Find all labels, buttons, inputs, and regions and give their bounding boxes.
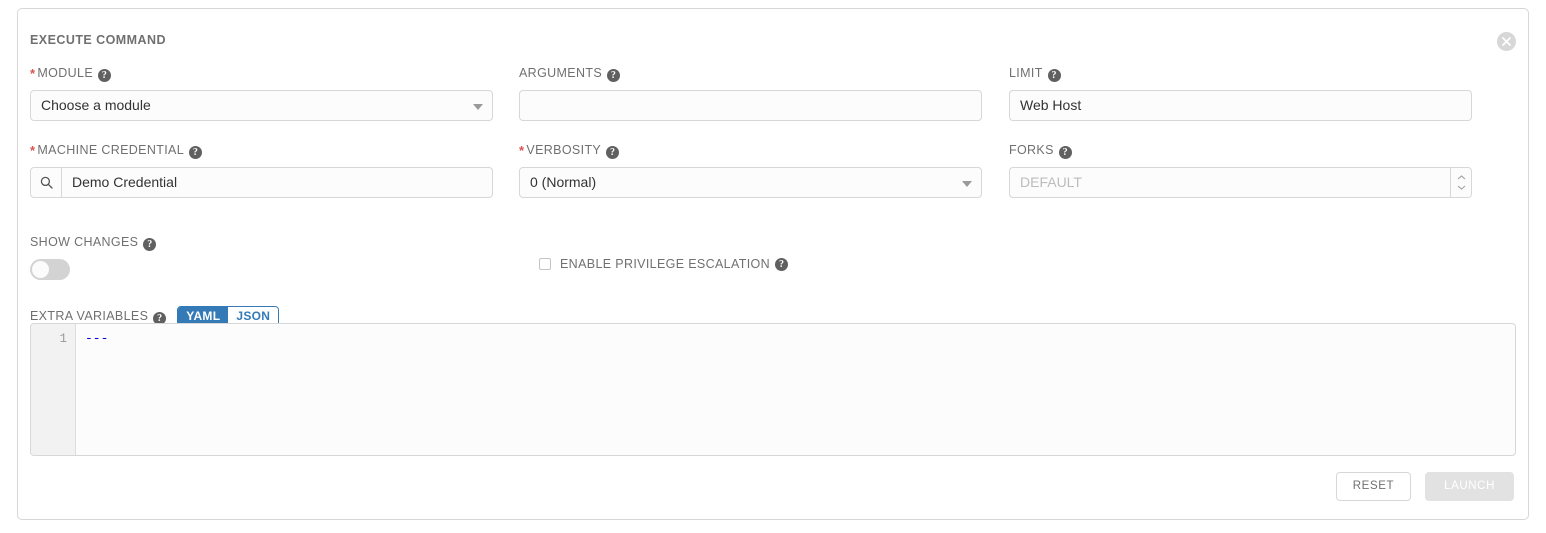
help-icon[interactable]: ? <box>1058 146 1072 159</box>
chevron-up-icon[interactable] <box>1457 175 1466 180</box>
execute-command-panel: EXECUTE COMMAND * MODULE? Choose a module… <box>17 8 1529 520</box>
limit-value: Web Host <box>1020 97 1082 113</box>
module-label: * MODULE? <box>30 65 493 82</box>
field-module: * MODULE? Choose a module <box>30 65 493 121</box>
enable-privilege-escalation-row[interactable]: ENABLE PRIVILEGE ESCALATION ? <box>539 257 788 271</box>
close-icon[interactable] <box>1497 32 1516 51</box>
machine-credential-label-text: MACHINE CREDENTIAL <box>37 143 185 157</box>
help-icon[interactable]: ? <box>774 257 788 271</box>
help-icon[interactable]: ? <box>189 146 203 159</box>
quantity-stepper[interactable] <box>1450 168 1471 197</box>
help-icon[interactable]: ? <box>606 146 620 159</box>
module-select[interactable]: Choose a module <box>30 90 493 121</box>
machine-credential-label: * MACHINE CREDENTIAL? <box>30 142 493 159</box>
arguments-label: ARGUMENTS? <box>519 65 982 82</box>
execute-command-form: * MODULE? Choose a module ARGUMENTS? LIMI… <box>30 65 1495 219</box>
field-machine-credential: * MACHINE CREDENTIAL? Demo Credential <box>30 142 493 198</box>
help-icon[interactable]: ? <box>1047 69 1061 82</box>
module-value: Choose a module <box>41 97 151 113</box>
enable-privilege-escalation-label: ENABLE PRIVILEGE ESCALATION <box>560 257 770 271</box>
field-forks: FORKS? DEFAULT <box>1009 142 1472 198</box>
forks-placeholder: DEFAULT <box>1020 174 1082 190</box>
verbosity-value: 0 (Normal) <box>530 174 597 190</box>
show-changes-toggle[interactable] <box>30 259 70 280</box>
editor-gutter: 1 <box>31 324 76 455</box>
form-row-1: * MODULE? Choose a module ARGUMENTS? LIMI… <box>30 65 1495 142</box>
limit-input[interactable]: Web Host <box>1009 90 1472 121</box>
help-icon[interactable]: ? <box>98 69 112 82</box>
show-changes-label: SHOW CHANGES? <box>30 234 157 251</box>
field-show-changes: SHOW CHANGES? <box>30 234 157 280</box>
enable-privilege-escalation-checkbox[interactable] <box>539 258 551 270</box>
field-verbosity: * VERBOSITY? 0 (Normal) <box>519 142 982 198</box>
forks-label-text: FORKS <box>1009 143 1054 157</box>
help-icon[interactable]: ? <box>143 238 157 251</box>
help-icon[interactable]: ? <box>607 69 621 82</box>
verbosity-label: * VERBOSITY? <box>519 142 982 159</box>
chevron-down-icon[interactable] <box>1457 185 1466 190</box>
arguments-input[interactable] <box>519 90 982 121</box>
toggle-knob <box>32 261 49 278</box>
machine-credential-input[interactable]: Demo Credential <box>30 167 493 198</box>
launch-button[interactable]: LAUNCH <box>1425 472 1514 501</box>
forks-input[interactable]: DEFAULT <box>1009 167 1472 198</box>
form-row-2: * MACHINE CREDENTIAL? Demo Credential * VE… <box>30 142 1495 219</box>
chevron-down-icon <box>473 104 483 110</box>
field-limit: LIMIT? Web Host <box>1009 65 1472 121</box>
show-changes-label-text: SHOW CHANGES <box>30 235 139 249</box>
required-asterisk: * <box>519 143 525 158</box>
required-asterisk: * <box>30 66 36 81</box>
arguments-label-text: ARGUMENTS <box>519 66 603 80</box>
extra-variables-label-text: EXTRA VARIABLES <box>30 309 149 323</box>
required-asterisk: * <box>30 143 36 158</box>
forks-label: FORKS? <box>1009 142 1472 159</box>
extra-variables-editor[interactable]: 1 --- <box>30 323 1516 456</box>
module-label-text: MODULE <box>37 66 94 80</box>
reset-button[interactable]: RESET <box>1335 472 1412 501</box>
limit-label: LIMIT? <box>1009 65 1472 82</box>
chevron-down-icon <box>962 181 972 187</box>
editor-content[interactable]: --- <box>76 324 1515 455</box>
verbosity-label-text: VERBOSITY <box>526 143 602 157</box>
search-icon[interactable] <box>31 168 62 197</box>
verbosity-select[interactable]: 0 (Normal) <box>519 167 982 198</box>
field-arguments: ARGUMENTS? <box>519 65 982 121</box>
page-title: EXECUTE COMMAND <box>30 33 166 47</box>
form-actions: RESET LAUNCH <box>1335 472 1514 501</box>
machine-credential-value: Demo Credential <box>72 174 178 190</box>
limit-label-text: LIMIT <box>1009 66 1043 80</box>
